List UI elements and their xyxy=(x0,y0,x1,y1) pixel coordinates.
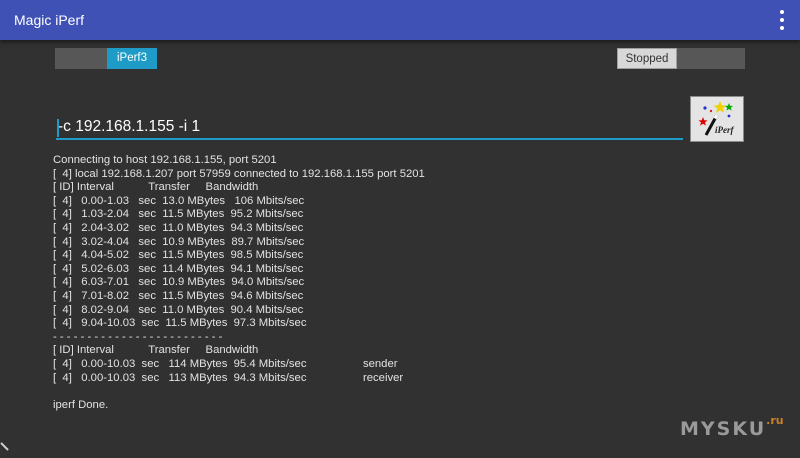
iperf-version-toggle[interactable]: iPerf3 xyxy=(55,48,157,69)
log-done: iperf Done. xyxy=(53,399,109,412)
watermark-text: MYSKU xyxy=(680,418,767,440)
output-log: Connecting to host 192.168.1.155, port 5… xyxy=(53,154,653,413)
log-header: [ ID] Interval Transfer Bandwidth xyxy=(53,181,259,194)
command-input[interactable] xyxy=(56,116,683,140)
log-summary-row: [ 4] 0.00-10.03 sec 114 MBytes 95.4 Mbit… xyxy=(53,357,398,370)
iperf-version-toggle-label: iPerf3 xyxy=(107,48,157,69)
log-interval-row: [ 4] 7.01-8.02 sec 11.5 MBytes 94.6 Mbit… xyxy=(53,289,304,302)
log-summary-row: [ 4] 0.00-10.03 sec 113 MBytes 94.3 Mbit… xyxy=(53,371,404,384)
run-state-toggle[interactable]: Stopped xyxy=(617,48,745,69)
log-interval-row: [ 4] 5.02-6.03 sec 11.4 MBytes 94.1 Mbit… xyxy=(53,262,304,275)
log-interval-row: [ 4] 0.00-1.03 sec 13.0 MBytes 106 Mbits… xyxy=(53,194,305,207)
log-summary-header: [ ID] Interval Transfer Bandwidth xyxy=(53,344,259,357)
log-interval-row: [ 4] 4.04-5.02 sec 11.5 MBytes 98.5 Mbit… xyxy=(53,249,304,262)
app-title: Magic iPerf xyxy=(14,12,85,28)
log-line: Connecting to host 192.168.1.155, port 5… xyxy=(53,154,277,166)
overflow-menu-icon[interactable] xyxy=(776,10,788,30)
run-iperf-button[interactable]: iPerf xyxy=(690,96,744,142)
log-interval-row: [ 4] 2.04-3.02 sec 11.0 MBytes 94.3 Mbit… xyxy=(53,221,304,234)
log-interval-row: [ 4] 6.03-7.01 sec 10.9 MBytes 94.0 Mbit… xyxy=(53,276,305,289)
watermark: MYSKU.ru xyxy=(680,414,784,440)
watermark-suffix: .ru xyxy=(766,414,784,427)
log-interval-row: [ 4] 9.04-10.03 sec 11.5 MBytes 97.3 Mbi… xyxy=(53,317,307,330)
iperf-logo-icon: iPerf xyxy=(698,101,734,136)
svg-text:iPerf: iPerf xyxy=(715,125,734,135)
log-interval-row: [ 4] 3.02-4.04 sec 10.9 MBytes 89.7 Mbit… xyxy=(53,235,305,248)
text-cursor xyxy=(57,119,59,137)
app-bar: Magic iPerf xyxy=(0,0,800,40)
log-interval-row: [ 4] 8.02-9.04 sec 11.0 MBytes 90.4 Mbit… xyxy=(53,303,304,316)
log-separator: - - - - - - - - - - - - - - - - - - - - … xyxy=(53,330,223,343)
run-state-toggle-label: Stopped xyxy=(617,48,677,69)
log-interval-row: [ 4] 1.03-2.04 sec 11.5 MBytes 95.2 Mbit… xyxy=(53,208,304,221)
back-hint-icon xyxy=(0,442,9,458)
log-line: [ 4] local 192.168.1.207 port 57959 conn… xyxy=(53,167,425,180)
